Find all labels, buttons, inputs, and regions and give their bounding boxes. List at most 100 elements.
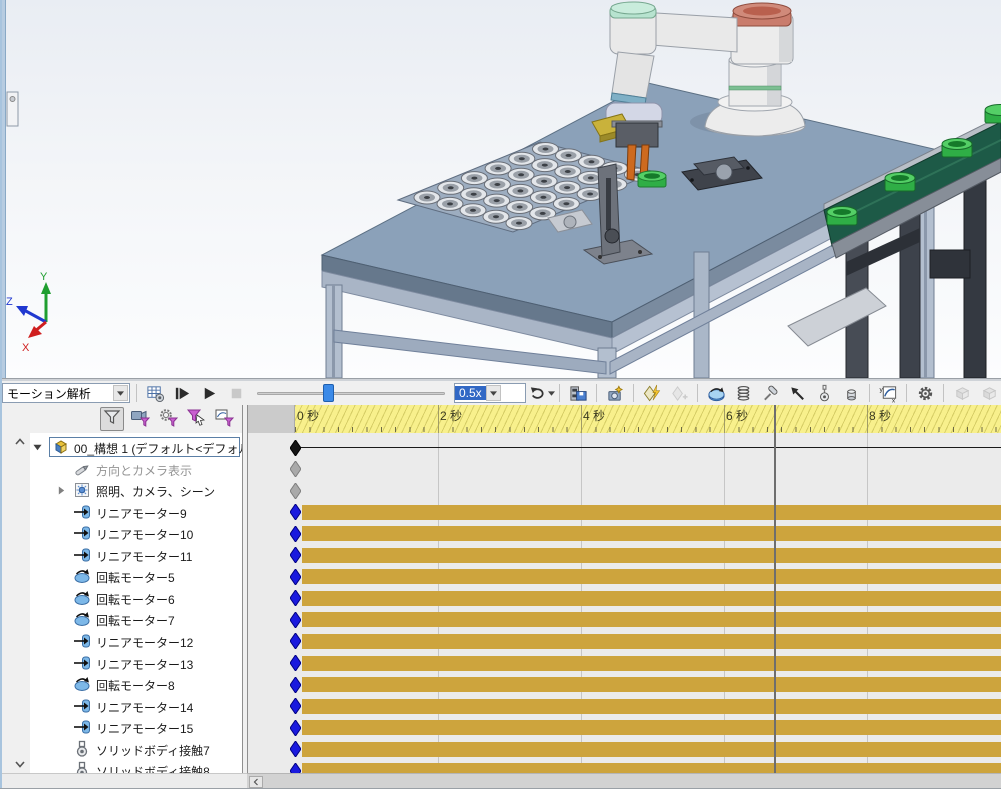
- timeline-change-bar[interactable]: [302, 569, 1001, 584]
- timeline-change-bar[interactable]: [302, 699, 1001, 714]
- timeline-change-bar[interactable]: [302, 612, 1001, 627]
- slider-thumb[interactable]: [323, 384, 334, 402]
- ruler-major-tick: [581, 405, 582, 433]
- key-diamond-blue[interactable]: [290, 720, 301, 736]
- filter-animated-button[interactable]: [128, 407, 152, 431]
- tree-item[interactable]: リニアモーター13: [0, 653, 242, 674]
- tree-item-label: リニアモーター9: [96, 505, 187, 522]
- filter-results-button[interactable]: [212, 407, 236, 431]
- timeline-change-bar[interactable]: [302, 720, 1001, 735]
- filter-selected-button[interactable]: [184, 407, 208, 431]
- tree-item[interactable]: 照明、カメラ、シーン: [0, 480, 242, 501]
- key-diamond-gray[interactable]: [290, 483, 301, 499]
- solidworks-motion-study-window: Y Z X モーション解析 0.5x yx 00_構想 1 (デフォルト<デフォルト…: [0, 0, 1001, 789]
- gravity-button[interactable]: [812, 382, 836, 404]
- key-diamond-blue[interactable]: [290, 655, 301, 671]
- timeline-ruler[interactable]: 0 秒2 秒4 秒6 秒8 秒: [248, 405, 1001, 433]
- motion-study-properties-button[interactable]: [913, 382, 937, 404]
- tree-item[interactable]: リニアモーター10: [0, 523, 242, 544]
- tree-item[interactable]: 回転モーター6: [0, 588, 242, 609]
- collapsed-panel-tab[interactable]: [7, 92, 18, 126]
- tree-item[interactable]: ソリッドボディ接触7: [0, 739, 242, 760]
- tree-item[interactable]: リニアモーター14: [0, 696, 242, 717]
- window-left-edge: [0, 0, 2, 789]
- tree-item[interactable]: リニアモーター11: [0, 545, 242, 566]
- timeline-change-bar[interactable]: [302, 548, 1001, 563]
- key-diamond-blue[interactable]: [290, 590, 301, 606]
- key-diamond-blue[interactable]: [290, 698, 301, 714]
- key-diamond-gray[interactable]: [290, 461, 301, 477]
- study-type-combo-value: モーション解析: [3, 385, 113, 402]
- damper-button[interactable]: [758, 382, 782, 404]
- contact-icon: [73, 761, 91, 773]
- motor-button[interactable]: [704, 382, 728, 404]
- tree-scroll-up-icon[interactable]: [12, 438, 28, 448]
- play-from-start-button[interactable]: [170, 382, 194, 404]
- gravity-icon: [815, 384, 834, 403]
- timeline-change-bar[interactable]: [302, 656, 1001, 671]
- key-diamond-blue[interactable]: [290, 763, 301, 773]
- stop-button: [224, 382, 248, 404]
- tree-item[interactable]: 回転モーター7: [0, 609, 242, 630]
- animation-wizard-button[interactable]: [603, 382, 627, 404]
- assembly-icon: [52, 438, 70, 456]
- key-diamond-black[interactable]: [290, 440, 301, 456]
- tree-item[interactable]: ソリッドボディ接触8: [0, 760, 242, 773]
- chevron-down-icon[interactable]: [486, 385, 501, 401]
- contact-button[interactable]: [839, 382, 863, 404]
- timeline-change-bar[interactable]: [302, 505, 1001, 520]
- linear-motor-icon: [73, 697, 91, 715]
- scroll-left-button[interactable]: [249, 776, 263, 788]
- timeline-change-bar[interactable]: [302, 591, 1001, 606]
- spring-button[interactable]: [731, 382, 755, 404]
- tree-item[interactable]: 回転モーター8: [0, 674, 242, 695]
- key-diamond-blue[interactable]: [290, 677, 301, 693]
- tree-item[interactable]: リニアモーター9: [0, 502, 242, 523]
- key-diamond-blue[interactable]: [290, 633, 301, 649]
- tree-item-label: リニアモーター15: [96, 720, 193, 737]
- calculate-button[interactable]: [143, 382, 167, 404]
- key-diamond-blue[interactable]: [290, 547, 301, 563]
- triad-z-label: Z: [6, 296, 13, 308]
- timeline-horizontal-scrollbar[interactable]: [247, 773, 1001, 789]
- tree-item[interactable]: 方向とカメラ表示: [0, 459, 242, 480]
- key-diamond-blue[interactable]: [290, 569, 301, 585]
- tree-item[interactable]: 00_構想 1 (デフォルト<デフォルト_表示: [0, 437, 242, 458]
- tree-item[interactable]: 回転モーター5: [0, 566, 242, 587]
- tree-item[interactable]: リニアモーター12: [0, 631, 242, 652]
- chevron-down-icon[interactable]: [113, 385, 128, 401]
- expand-arrow-icon[interactable]: [57, 486, 66, 495]
- key-diamond-blue[interactable]: [290, 612, 301, 628]
- play-button[interactable]: [197, 382, 221, 404]
- linear-motor-icon: [73, 503, 91, 521]
- timeline-change-bar[interactable]: [302, 634, 1001, 649]
- current-time-bar[interactable]: [774, 405, 776, 773]
- playback-slider[interactable]: [255, 382, 447, 404]
- filter-no-filter-button[interactable]: [100, 407, 124, 431]
- timeline-change-bar[interactable]: [302, 526, 1001, 541]
- rotary-motor-icon: [73, 610, 91, 628]
- playback-mode-button[interactable]: [529, 382, 553, 404]
- key-diamond-blue[interactable]: [290, 526, 301, 542]
- timeline-body[interactable]: [248, 433, 1001, 773]
- contact-icon: [73, 740, 91, 758]
- timeline-change-bar[interactable]: [302, 677, 1001, 692]
- key-diamond-blue[interactable]: [290, 741, 301, 757]
- results-and-plots-button[interactable]: yx: [876, 382, 900, 404]
- speed-combo[interactable]: 0.5x: [454, 383, 526, 403]
- tree-item[interactable]: リニアモーター15: [0, 717, 242, 738]
- 3d-viewport[interactable]: Y Z X: [0, 0, 1001, 378]
- linear-motor-icon: [73, 632, 91, 650]
- filter-driving-button[interactable]: [156, 407, 180, 431]
- timeline-change-bar[interactable]: [302, 742, 1001, 757]
- tree-scroll-down-icon[interactable]: [12, 761, 28, 771]
- study-type-combo[interactable]: モーション解析: [2, 383, 130, 403]
- save-animation-button[interactable]: [566, 382, 590, 404]
- speed-combo-value: 0.5x: [455, 386, 486, 400]
- collapse-arrow-icon[interactable]: [33, 443, 42, 452]
- key-diamond-blue[interactable]: [290, 504, 301, 520]
- force-button[interactable]: [785, 382, 809, 404]
- timeline-change-bar[interactable]: [302, 763, 1001, 773]
- wizard-icon: [606, 384, 625, 403]
- auto-key-button[interactable]: [640, 382, 664, 404]
